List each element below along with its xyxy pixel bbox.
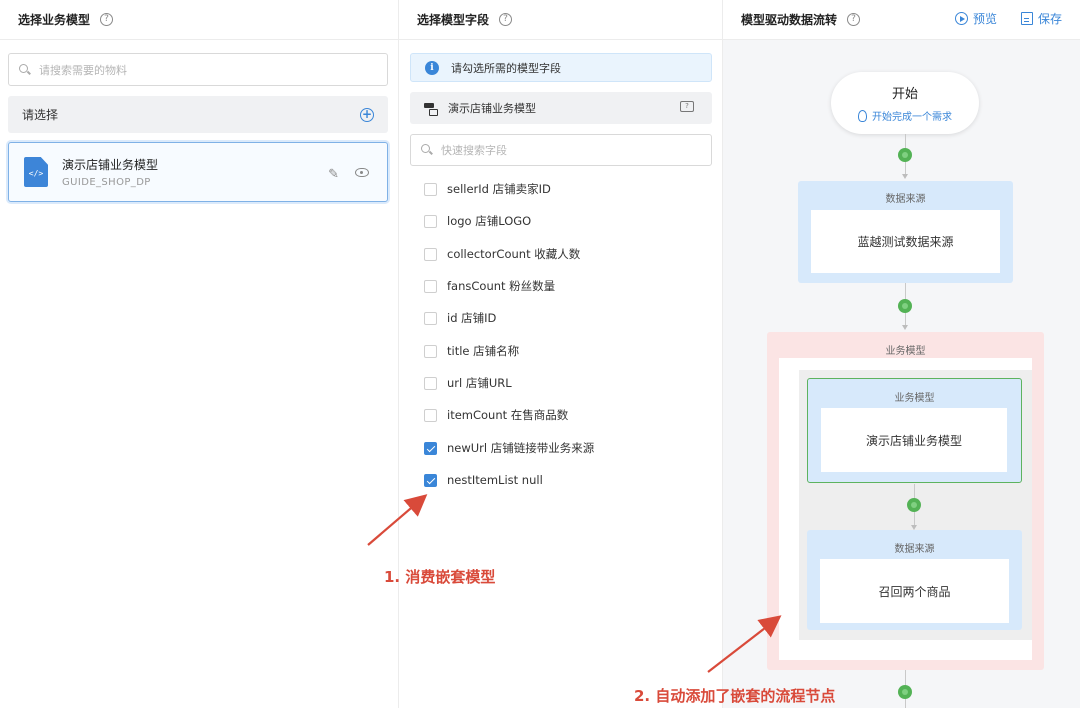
start-node-subtitle-text: 开始完成一个需求 — [872, 112, 952, 123]
panel-title: 选择业务模型 — [18, 13, 91, 27]
preview-label: 预览 — [973, 12, 998, 26]
search-icon — [19, 63, 31, 76]
field-label: sellerId 店铺卖家ID — [447, 182, 551, 196]
model-name: 演示店铺业务模型 — [448, 102, 536, 115]
field-search-input[interactable]: 快速搜索字段 — [410, 134, 712, 166]
selected-model-row[interactable]: 演示店铺业务模型 ? — [410, 92, 712, 124]
preview-button[interactable]: 预览 — [955, 10, 997, 27]
save-label: 保存 — [1038, 12, 1063, 26]
info-banner: i 请勾选所需的模型字段 — [410, 53, 712, 82]
field-label: collectorCount 收藏人数 — [447, 247, 581, 261]
model-select[interactable]: 请选择 + — [8, 96, 388, 133]
field-checkbox-row[interactable]: title 店铺名称 — [424, 342, 519, 360]
field-checkbox-row[interactable]: nestItemList null — [424, 471, 543, 489]
checkbox-checked[interactable] — [424, 441, 437, 455]
help-icon[interactable]: ? — [847, 13, 861, 26]
connector-arrow — [902, 325, 908, 330]
info-icon: i — [425, 60, 439, 75]
panel-header: 选择业务模型 ? — [0, 0, 398, 40]
checkbox[interactable] — [424, 182, 437, 196]
field-label: logo 店铺LOGO — [447, 214, 532, 228]
play-icon — [955, 12, 968, 25]
node-caption: 业务模型 — [894, 393, 935, 404]
add-node-dot[interactable] — [907, 498, 921, 512]
add-node-dot[interactable] — [898, 148, 912, 162]
data-flow-panel: 模型驱动数据流转 ? 预览 保存 开始 开始完成一个需求 数据来源 蓝越测试数据… — [722, 0, 1080, 708]
node-name: 演示店铺业务模型 — [821, 408, 1007, 472]
business-model-panel: 选择业务模型 ? 请搜索需要的物料 请选择 + </> 演示店铺业务模型 GUI… — [0, 0, 398, 708]
business-model-group[interactable]: 业务模型 业务模型 演示店铺业务模型 数据来源 召回两个商品 — [767, 332, 1044, 670]
checkbox[interactable] — [424, 214, 437, 228]
search-placeholder: 请搜索需要的物料 — [39, 63, 127, 77]
material-search-input[interactable]: 请搜索需要的物料 — [8, 53, 388, 86]
model-icon — [424, 102, 438, 116]
panel-title: 选择模型字段 — [417, 13, 490, 27]
nested-flow-area: 业务模型 演示店铺业务模型 数据来源 召回两个商品 — [799, 370, 1032, 640]
checkbox[interactable] — [424, 311, 437, 325]
model-field-panel: 选择模型字段 ? i 请勾选所需的模型字段 演示店铺业务模型 ? 快速搜索字段 … — [398, 0, 722, 708]
edit-icon[interactable]: ✎ — [328, 167, 339, 182]
node-caption: 数据来源 — [894, 544, 935, 555]
model-code: GUIDE_SHOP_DP — [62, 177, 151, 188]
field-checkbox-row[interactable]: id 店铺ID — [424, 309, 496, 327]
field-label: nestItemList null — [447, 473, 543, 487]
field-label: newUrl 店铺链接带业务来源 — [447, 441, 595, 455]
save-button[interactable]: 保存 — [1021, 10, 1062, 27]
field-checkbox-row[interactable]: collectorCount 收藏人数 — [424, 245, 580, 263]
checkbox-checked[interactable] — [424, 473, 437, 487]
checkbox[interactable] — [424, 344, 437, 358]
model-card[interactable]: </> 演示店铺业务模型 GUIDE_SHOP_DP ✎ — [8, 142, 388, 202]
start-node-subtitle[interactable]: 开始完成一个需求 — [831, 108, 979, 123]
field-checkbox-row[interactable]: logo 店铺LOGO — [424, 212, 531, 230]
field-checkbox-row[interactable]: itemCount 在售商品数 — [424, 406, 568, 424]
panel-header: 选择模型字段 ? — [399, 0, 722, 40]
checkbox[interactable] — [424, 376, 437, 390]
save-icon — [1021, 12, 1033, 25]
field-label: url 店铺URL — [447, 376, 512, 390]
annotation-consume-nested-model: 1. 消费嵌套模型 — [384, 568, 496, 586]
start-node[interactable]: 开始 开始完成一个需求 — [831, 72, 979, 134]
node-caption: 数据来源 — [885, 194, 926, 205]
code-file-icon: </> — [24, 157, 48, 187]
node-name: 蓝越测试数据来源 — [811, 210, 1000, 273]
nested-data-source-node[interactable]: 数据来源 召回两个商品 — [807, 530, 1022, 630]
add-node-dot[interactable] — [898, 685, 912, 699]
start-node-title: 开始 — [891, 87, 918, 102]
add-icon[interactable]: + — [360, 107, 374, 122]
model-name: 演示店铺业务模型 — [62, 158, 159, 172]
field-label: title 店铺名称 — [447, 344, 520, 358]
help-icon[interactable]: ? — [100, 13, 114, 26]
field-label: id 店铺ID — [447, 311, 497, 325]
field-checkbox-row[interactable]: sellerId 店铺卖家ID — [424, 180, 551, 198]
nested-model-node[interactable]: 业务模型 演示店铺业务模型 — [807, 378, 1022, 483]
field-checkbox-row[interactable]: fansCount 粉丝数量 — [424, 277, 555, 295]
node-name: 召回两个商品 — [820, 559, 1009, 623]
info-text: 请勾选所需的模型字段 — [451, 61, 561, 75]
comment-icon[interactable]: ? — [680, 101, 694, 112]
checkbox[interactable] — [424, 279, 437, 293]
panel-title: 模型驱动数据流转 — [741, 13, 838, 27]
group-body: 业务模型 演示店铺业务模型 数据来源 召回两个商品 — [779, 358, 1032, 660]
checkbox[interactable] — [424, 247, 437, 261]
field-checkbox-row[interactable]: url 店铺URL — [424, 374, 512, 392]
field-label: itemCount 在售商品数 — [447, 408, 569, 422]
add-node-dot[interactable] — [898, 299, 912, 313]
connector-arrow — [902, 174, 908, 179]
search-placeholder: 快速搜索字段 — [441, 144, 507, 157]
field-checkbox-row[interactable]: newUrl 店铺链接带业务来源 — [424, 439, 594, 457]
data-source-node[interactable]: 数据来源 蓝越测试数据来源 — [798, 181, 1013, 283]
annotation-auto-added-nodes: 2. 自动添加了嵌套的流程节点 — [634, 687, 836, 705]
select-label: 请选择 — [22, 108, 59, 122]
lightbulb-icon — [858, 109, 867, 122]
search-icon — [421, 144, 433, 156]
checkbox[interactable] — [424, 408, 437, 422]
group-caption: 业务模型 — [885, 346, 926, 357]
field-label: fansCount 粉丝数量 — [447, 279, 556, 293]
eye-icon[interactable] — [355, 168, 369, 177]
help-icon[interactable]: ? — [499, 13, 513, 26]
